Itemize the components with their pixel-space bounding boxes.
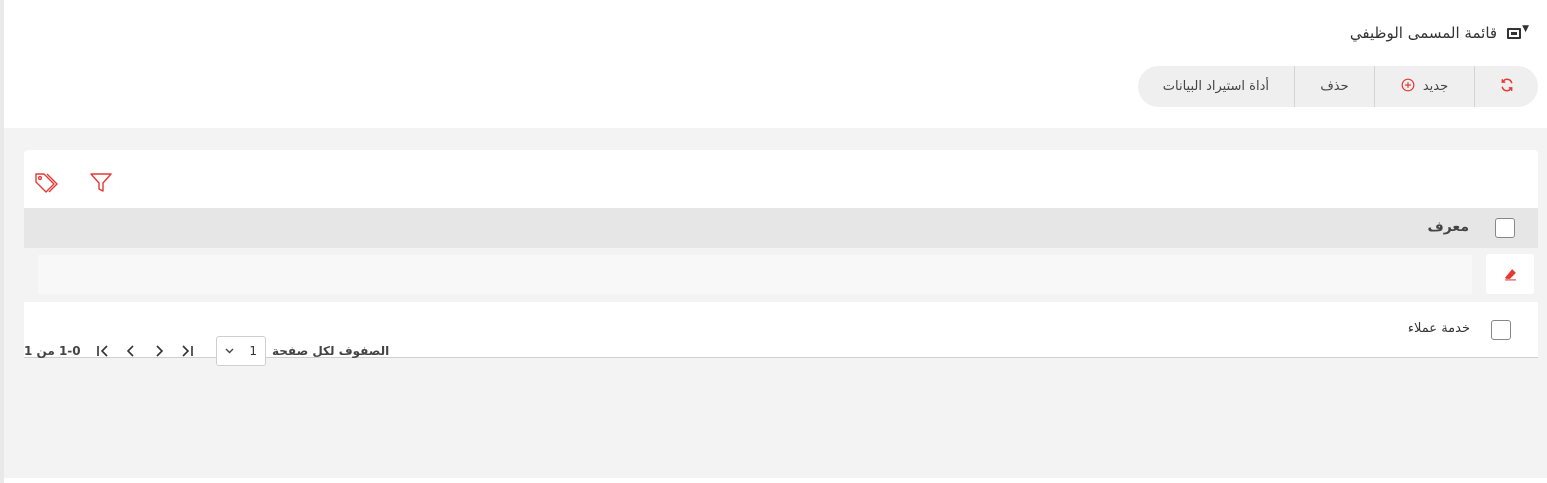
content-area: معرف خدمة عملاء 1-0 من 1 1 الصفوف لكل صف… xyxy=(4,128,1547,478)
import-tool-button[interactable]: أداة استيراد البيانات xyxy=(1138,66,1294,107)
new-button[interactable]: جديد xyxy=(1374,66,1474,107)
filter-icon[interactable] xyxy=(88,170,114,196)
column-header-row: معرف xyxy=(24,208,1538,248)
eraser-icon xyxy=(1504,268,1516,280)
delete-button[interactable]: حذف xyxy=(1294,66,1374,107)
first-page-button[interactable] xyxy=(176,340,198,362)
page-header: قائمة المسمى الوظيفي ▼ جديد حذف أداة است… xyxy=(4,0,1547,128)
pagination-count: 1-0 من 1 xyxy=(24,344,81,358)
add-circle-icon xyxy=(1401,78,1415,95)
monitor-icon xyxy=(1507,27,1522,39)
grid-tools-bar xyxy=(24,150,1538,208)
next-page-button[interactable] xyxy=(120,340,142,362)
refresh-icon xyxy=(1500,78,1514,95)
previous-page-button[interactable] xyxy=(148,340,170,362)
import-tool-label: أداة استيراد البيانات xyxy=(1162,79,1269,94)
rows-per-page-value: 1 xyxy=(249,344,257,358)
chevron-down-icon xyxy=(225,346,234,357)
select-all-checkbox[interactable] xyxy=(1495,218,1515,238)
chevron-right-icon xyxy=(156,345,164,357)
grid-tools xyxy=(34,170,114,196)
pagination: 1-0 من 1 1 الصفوف لكل صفحة xyxy=(24,336,444,366)
first-page-icon xyxy=(182,345,193,357)
view-switch-button[interactable]: ▼ xyxy=(1507,23,1529,39)
page: قائمة المسمى الوظيفي ▼ جديد حذف أداة است… xyxy=(0,0,1547,483)
caret-down-icon: ▼ xyxy=(1522,23,1529,34)
row-label: خدمة عملاء xyxy=(1407,321,1470,336)
pagination-nav xyxy=(92,340,198,362)
last-page-icon xyxy=(97,345,108,357)
tags-icon[interactable] xyxy=(34,170,60,196)
rows-per-page-select[interactable]: 1 xyxy=(216,336,266,366)
filter-row xyxy=(24,248,1538,302)
toolbar: جديد حذف أداة استيراد البيانات xyxy=(1137,66,1538,107)
row-checkbox[interactable] xyxy=(1491,320,1511,340)
delete-button-label: حذف xyxy=(1320,79,1349,94)
data-grid: معرف خدمة عملاء 1-0 من 1 1 الصفوف لكل صف… xyxy=(24,150,1538,366)
new-button-label: جديد xyxy=(1422,79,1449,94)
title-row: قائمة المسمى الوظيفي ▼ xyxy=(1350,24,1529,42)
rows-per-page-label: الصفوف لكل صفحة xyxy=(272,344,390,358)
last-page-button[interactable] xyxy=(92,340,114,362)
id-filter-input[interactable] xyxy=(38,255,1472,294)
chevron-left-icon xyxy=(126,345,134,357)
page-title: قائمة المسمى الوظيفي xyxy=(1349,24,1498,42)
column-header-id[interactable]: معرف xyxy=(1427,219,1469,235)
refresh-button[interactable] xyxy=(1474,66,1538,107)
clear-filter-button[interactable] xyxy=(1486,254,1534,294)
